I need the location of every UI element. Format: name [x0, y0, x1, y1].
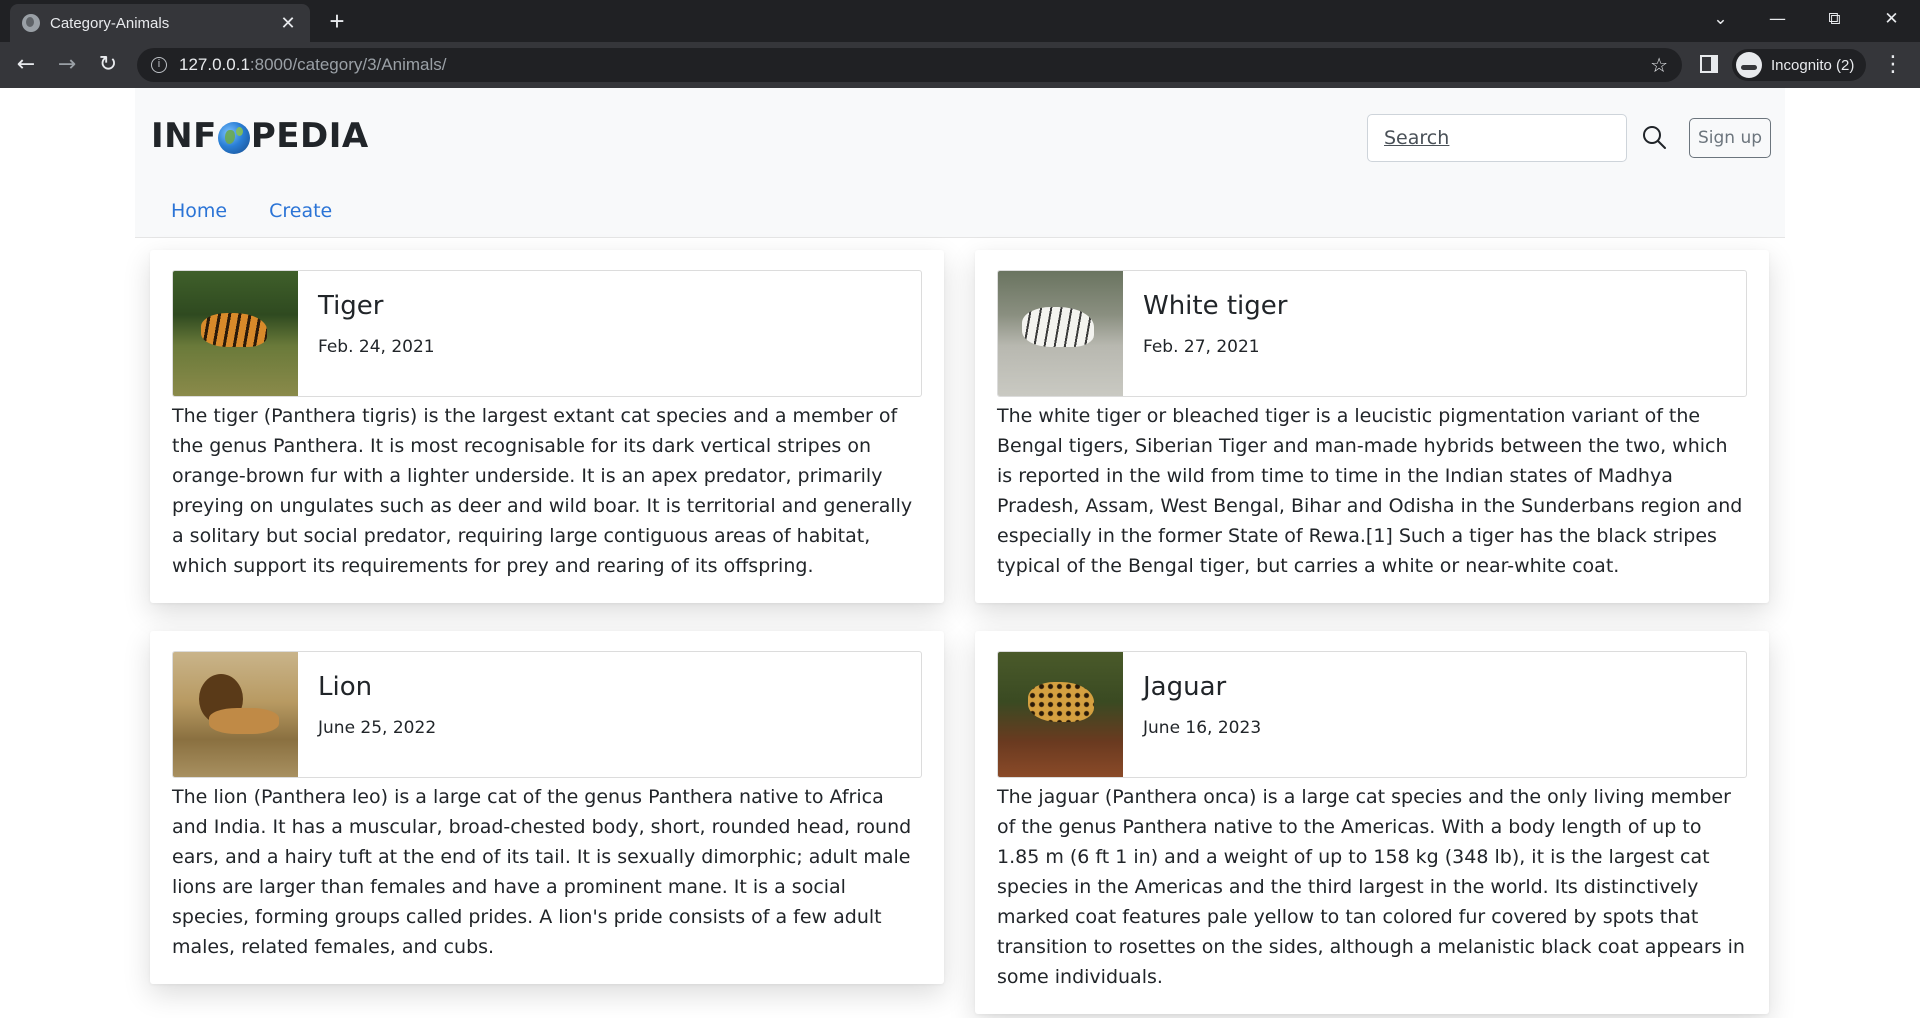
article-card-heading: White tiger Feb. 27, 2021 — [1123, 271, 1307, 396]
reload-icon[interactable]: ↻ — [94, 51, 122, 79]
back-icon[interactable]: ← — [12, 51, 40, 79]
white-tiger-thumbnail[interactable] — [998, 271, 1123, 396]
incognito-profile-button[interactable]: Incognito (2) — [1732, 49, 1867, 81]
article-title[interactable]: Jaguar — [1143, 672, 1261, 702]
article-excerpt: The white tiger or bleached tiger is a l… — [997, 405, 1743, 577]
sign-up-button[interactable]: Sign up — [1689, 118, 1771, 158]
new-tab-button[interactable]: + — [322, 8, 352, 36]
article-card-header[interactable]: Lion June 25, 2022 — [172, 651, 922, 778]
article-excerpt: The jaguar (Panthera onca) is a large ca… — [997, 786, 1745, 988]
incognito-icon — [1736, 52, 1762, 78]
forward-icon[interactable]: → — [53, 51, 81, 79]
article-date: June 25, 2022 — [318, 718, 437, 738]
profile-label: Incognito (2) — [1771, 56, 1855, 74]
browser-tab-strip: Category-Animals ✕ + ⌄ — ⧉ ✕ — [0, 0, 1920, 42]
window-controls: ⌄ — ⧉ ✕ — [1692, 0, 1920, 42]
site-navbar: INF PEDIA Sign up Home Create — [135, 88, 1785, 238]
browser-menu-icon[interactable]: ⋮ — [1882, 52, 1904, 78]
jaguar-thumbnail[interactable] — [998, 652, 1123, 777]
tab-search-icon[interactable]: ⌄ — [1692, 0, 1749, 38]
bookmark-star-icon[interactable]: ☆ — [1650, 53, 1668, 77]
restore-icon[interactable]: ⧉ — [1806, 0, 1863, 38]
brand-text-right: PEDIA — [250, 116, 369, 156]
article-card-header[interactable]: White tiger Feb. 27, 2021 — [997, 270, 1747, 397]
site-logo[interactable]: INF PEDIA — [151, 116, 369, 156]
lion-thumbnail[interactable] — [173, 652, 298, 777]
article-card-header[interactable]: Jaguar June 16, 2023 — [997, 651, 1747, 778]
article-date: Feb. 27, 2021 — [1143, 337, 1260, 357]
article-date: June 16, 2023 — [1143, 718, 1262, 738]
article-card-heading: Lion June 25, 2022 — [298, 652, 456, 777]
article-card-lion: Lion June 25, 2022 The lion (Panthera le… — [150, 631, 944, 984]
nav-link-home[interactable]: Home — [171, 200, 227, 222]
side-panel-icon[interactable] — [1700, 55, 1718, 73]
browser-toolbar: ← → ↻ i 127.0.0.1:8000/category/3/Animal… — [0, 42, 1920, 88]
search-icon[interactable] — [1641, 124, 1667, 150]
article-card-heading: Jaguar June 16, 2023 — [1123, 652, 1281, 777]
tab-title: Category-Animals — [50, 14, 170, 32]
page: INF PEDIA Sign up Home Create Tiger Feb. … — [0, 88, 1920, 1018]
minimize-icon[interactable]: — — [1749, 0, 1806, 38]
article-title[interactable]: White tiger — [1143, 291, 1287, 321]
tiger-thumbnail[interactable] — [173, 271, 298, 396]
nav-link-create[interactable]: Create — [269, 200, 332, 222]
article-card-header[interactable]: Tiger Feb. 24, 2021 — [172, 270, 922, 397]
search-input[interactable] — [1367, 114, 1627, 162]
article-title[interactable]: Lion — [318, 672, 436, 702]
url-host: 127.0.0.1 — [179, 55, 250, 74]
globe-favicon-icon — [22, 14, 40, 32]
url-path: :8000/category/3/Animals/ — [249, 55, 447, 74]
nav-links: Home Create — [171, 200, 332, 222]
address-bar[interactable]: i 127.0.0.1:8000/category/3/Animals/ ☆ — [137, 48, 1682, 82]
article-card-tiger: Tiger Feb. 24, 2021 The tiger (Panthera … — [150, 250, 944, 603]
article-title[interactable]: Tiger — [318, 291, 435, 321]
article-date: Feb. 24, 2021 — [318, 337, 435, 357]
brand-text-left: INF — [151, 116, 217, 156]
article-card-white-tiger: White tiger Feb. 27, 2021 The white tige… — [975, 250, 1769, 603]
site-info-icon[interactable]: i — [151, 57, 167, 73]
globe-icon — [217, 122, 250, 154]
close-window-icon[interactable]: ✕ — [1863, 0, 1920, 38]
article-excerpt: The tiger (Panthera tigris) is the large… — [172, 405, 913, 577]
browser-tab[interactable]: Category-Animals ✕ — [10, 4, 310, 42]
close-tab-icon[interactable]: ✕ — [278, 13, 298, 34]
article-excerpt: The lion (Panthera leo) is a large cat o… — [172, 786, 912, 958]
article-card-jaguar: Jaguar June 16, 2023 The jaguar (Panther… — [975, 631, 1769, 1014]
article-card-heading: Tiger Feb. 24, 2021 — [298, 271, 455, 396]
